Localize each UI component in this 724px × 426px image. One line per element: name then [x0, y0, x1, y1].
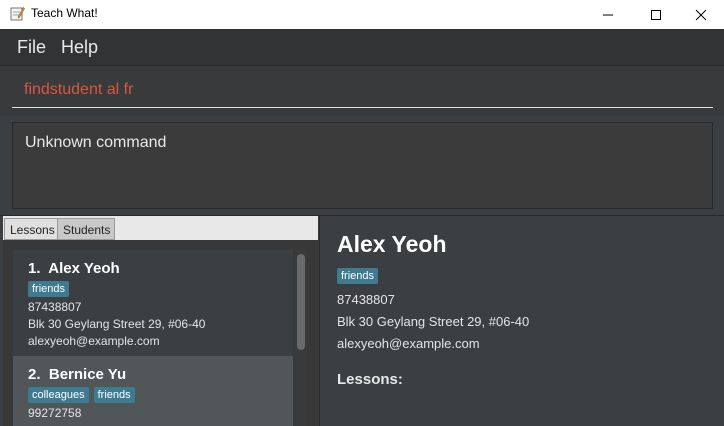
tag-list: colleagues friends: [28, 387, 293, 403]
maximize-icon[interactable]: [633, 0, 679, 29]
app-window: Teach What! File Help Unknown command Le…: [0, 0, 724, 426]
student-phone: 99272758: [28, 406, 82, 420]
list-scrollbar[interactable]: [295, 250, 307, 426]
menu-file[interactable]: File: [17, 37, 46, 58]
tag: friends: [337, 268, 379, 284]
window-title: Teach What!: [31, 6, 98, 20]
notepad-pencil-icon: [10, 6, 25, 21]
detail-address: Blk 30 Geylang Street 29, #06-40: [337, 314, 530, 329]
student-name-text: Bernice Yu: [48, 366, 127, 383]
detail-phone: 87438807: [337, 292, 395, 307]
detail-tag-list: friends: [337, 268, 379, 284]
detail-email: alexyeoh@example.com: [337, 336, 480, 351]
student-list: 1. Alex Yeoh friends 87438807 Blk 30 Gey…: [13, 250, 293, 426]
student-address: Blk 30 Geylang Street 29, #06-40: [28, 317, 206, 331]
scroll-thumb[interactable]: [297, 254, 305, 350]
detail-lessons-label: Lessons:: [337, 371, 403, 388]
student-list-panel: Lessons Students 1. Alex Yeoh friends 87…: [3, 216, 318, 426]
student-detail-panel: Alex Yeoh friends 87438807 Blk 30 Geylan…: [319, 216, 724, 426]
menu-bar: File Help: [0, 29, 724, 66]
student-card[interactable]: 2. Bernice Yu colleagues friends 9927275…: [13, 356, 293, 426]
student-card[interactable]: 1. Alex Yeoh friends 87438807 Blk 30 Gey…: [13, 250, 293, 356]
student-email: alexyeoh@example.com: [28, 334, 160, 348]
student-name: 1. Alex Yeoh: [28, 260, 293, 277]
student-index: 1.: [28, 260, 41, 277]
tag: friends: [28, 281, 70, 297]
tag: colleagues: [28, 387, 89, 403]
tab-bar: Lessons Students: [3, 216, 318, 240]
title-bar: Teach What!: [0, 0, 724, 29]
close-icon[interactable]: [678, 0, 724, 29]
student-phone: 87438807: [28, 300, 82, 314]
detail-name: Alex Yeoh: [337, 231, 447, 257]
result-display: Unknown command: [12, 122, 713, 209]
tab-students[interactable]: Students: [57, 218, 115, 240]
command-input[interactable]: [12, 72, 713, 108]
tab-lessons[interactable]: Lessons: [4, 218, 58, 240]
tag-list: friends: [28, 281, 293, 297]
tag: friends: [93, 387, 135, 403]
student-index: 2.: [28, 366, 41, 383]
minimize-icon[interactable]: [585, 0, 631, 29]
result-message: Unknown command: [25, 134, 167, 151]
command-box: [0, 66, 724, 116]
student-name: 2. Bernice Yu: [28, 366, 293, 383]
menu-help[interactable]: Help: [61, 37, 98, 58]
student-name-text: Alex Yeoh: [48, 260, 120, 277]
